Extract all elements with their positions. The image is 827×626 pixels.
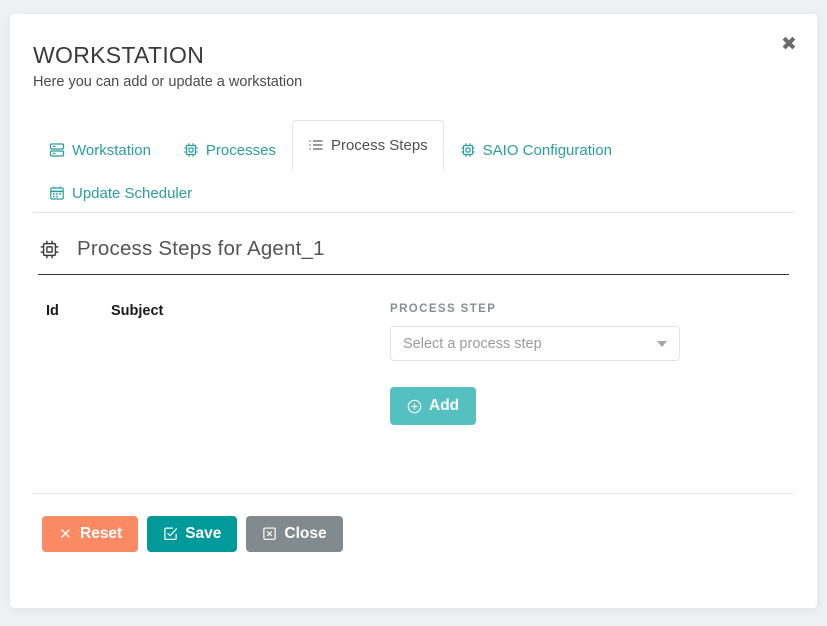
list-icon <box>308 137 324 153</box>
tab-process-steps[interactable]: Process Steps <box>291 120 444 170</box>
microchip-icon <box>460 142 476 158</box>
process-step-select-placeholder: Select a process step <box>403 335 542 352</box>
close-button-label: Close <box>284 525 327 542</box>
tab-processes-label: Processes <box>205 141 276 159</box>
tab-processes[interactable]: Processes <box>167 130 292 170</box>
section-title: Process Steps for Agent_1 <box>77 237 325 260</box>
column-header-id: Id <box>46 303 59 319</box>
check-box-icon <box>163 526 178 541</box>
tab-update-scheduler[interactable]: Update Scheduler <box>33 173 208 213</box>
table-header-row: Id Subject <box>46 303 386 319</box>
tab-process-steps-label: Process Steps <box>330 136 428 154</box>
tab-workstation-label: Workstation <box>72 141 151 159</box>
workstation-modal: ✖ WORKSTATION Here you can add or update… <box>10 14 817 608</box>
process-steps-table: Id Subject <box>38 303 386 493</box>
process-step-form: PROCESS STEP Select a process step Add <box>386 303 789 493</box>
microchip-icon <box>183 142 199 158</box>
page-subtitle: Here you can add or update a workstation <box>33 74 303 90</box>
modal-body: WORKSTATION Here you can add or update a… <box>10 14 817 213</box>
add-button[interactable]: Add <box>390 387 477 425</box>
reset-button-label: Reset <box>80 525 123 542</box>
page-title: WORKSTATION <box>33 42 205 68</box>
modal-footer: Reset Save Close <box>33 493 794 552</box>
server-stack-icon <box>49 142 65 158</box>
reset-button[interactable]: Reset <box>42 516 139 552</box>
microchip-icon <box>38 238 60 260</box>
process-step-label: PROCESS STEP <box>390 303 497 315</box>
close-button[interactable]: Close <box>246 516 343 552</box>
close-x-icon[interactable]: ✖ <box>777 32 801 56</box>
x-box-icon <box>262 526 277 541</box>
save-button[interactable]: Save <box>147 516 238 552</box>
section-header: Process Steps for Agent_1 <box>38 237 789 275</box>
process-step-select[interactable]: Select a process step <box>390 326 680 361</box>
x-icon <box>58 526 73 541</box>
tab-bar: Workstation Processes Process Steps SAIO… <box>33 116 794 213</box>
add-button-label: Add <box>429 397 460 414</box>
tab-saio-configuration[interactable]: SAIO Configuration <box>444 130 628 170</box>
tab-update-scheduler-label: Update Scheduler <box>72 184 193 202</box>
plus-circle-icon <box>407 399 422 414</box>
chevron-down-icon <box>657 340 667 347</box>
process-steps-content: Id Subject PROCESS STEP Select a process… <box>38 275 789 493</box>
tab-workstation[interactable]: Workstation <box>33 130 167 170</box>
tab-saio-configuration-label: SAIO Configuration <box>482 141 612 159</box>
process-steps-section: Process Steps for Agent_1 Id Subject PRO… <box>10 237 817 493</box>
save-button-label: Save <box>185 525 222 542</box>
calendar-icon <box>49 185 65 201</box>
column-header-subject: Subject <box>111 303 164 319</box>
tab-bar-row-2: Update Scheduler <box>33 173 794 212</box>
